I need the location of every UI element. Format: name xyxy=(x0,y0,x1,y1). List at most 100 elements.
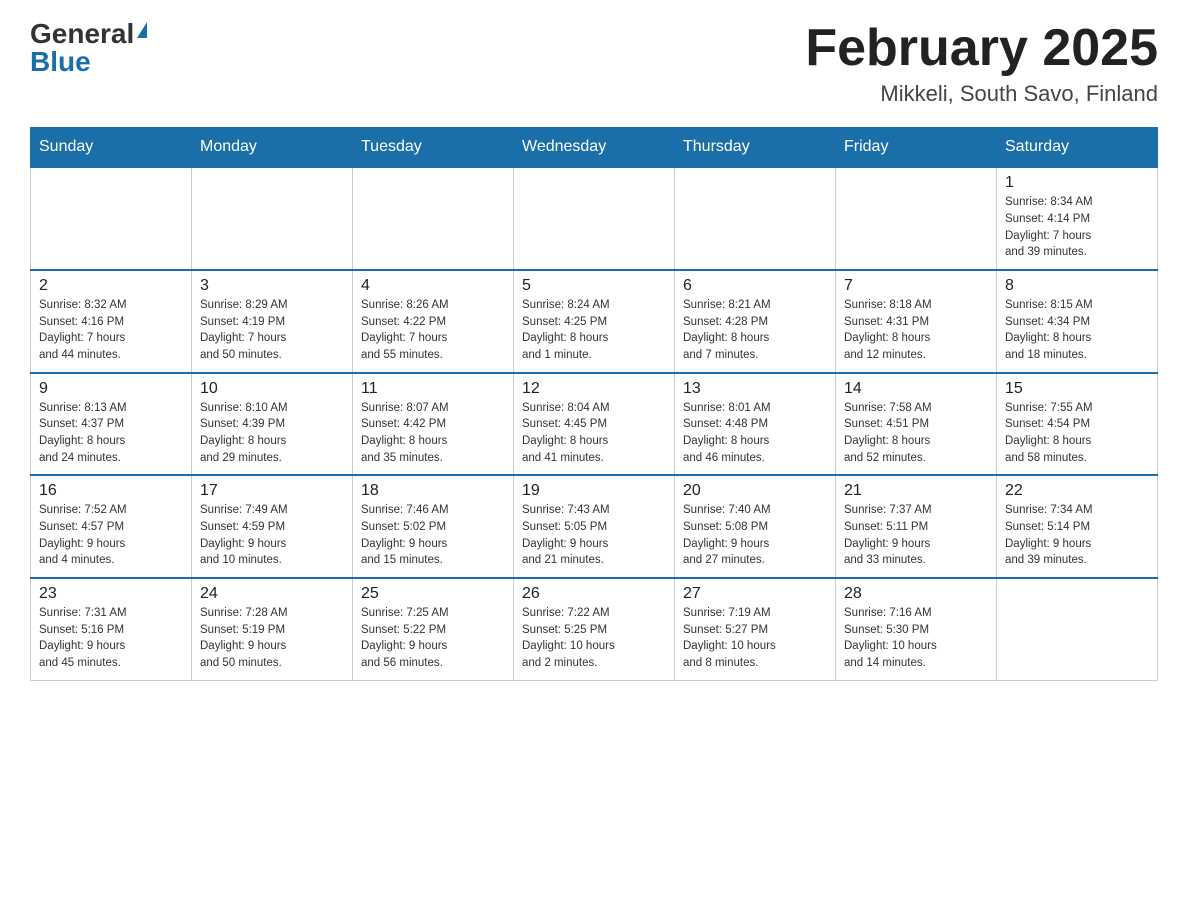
day-info: Sunrise: 7:16 AMSunset: 5:30 PMDaylight:… xyxy=(844,605,988,672)
weekday-header-saturday: Saturday xyxy=(997,128,1158,168)
weekday-header-row: SundayMondayTuesdayWednesdayThursdayFrid… xyxy=(31,128,1158,168)
logo-general-text: General xyxy=(30,20,134,48)
calendar-cell: 15 Sunrise: 7:55 AMSunset: 4:54 PMDayligh… xyxy=(997,373,1158,476)
day-info: Sunrise: 8:32 AMSunset: 4:16 PMDaylight:… xyxy=(39,297,183,364)
day-info: Sunrise: 7:46 AMSunset: 5:02 PMDaylight:… xyxy=(361,502,505,569)
day-info: Sunrise: 7:25 AMSunset: 5:22 PMDaylight:… xyxy=(361,605,505,672)
calendar-cell: 4Sunrise: 8:26 AMSunset: 4:22 PMDaylight… xyxy=(353,270,514,373)
day-info: Sunrise: 7:28 AMSunset: 5:19 PMDaylight:… xyxy=(200,605,344,672)
weekday-header-sunday: Sunday xyxy=(31,128,192,168)
day-number: 22 xyxy=(1005,482,1149,500)
day-info: Sunrise: 7:22 AMSunset: 5:25 PMDaylight:… xyxy=(522,605,666,672)
week-row-5: 23 Sunrise: 7:31 AMSunset: 5:16 PMDayligh… xyxy=(31,578,1158,680)
day-info: Sunrise: 8:24 AMSunset: 4:25 PMDaylight:… xyxy=(522,297,666,364)
day-info: Sunrise: 8:34 AMSunset: 4:14 PMDaylight:… xyxy=(1005,194,1149,261)
day-number: 13 xyxy=(683,380,827,398)
day-number: 19 xyxy=(522,482,666,500)
calendar-cell xyxy=(353,167,514,270)
weekday-header-friday: Friday xyxy=(836,128,997,168)
page-header: General Blue February 2025 Mikkeli, Sout… xyxy=(30,20,1158,107)
day-info: Sunrise: 7:40 AMSunset: 5:08 PMDaylight:… xyxy=(683,502,827,569)
calendar-cell: 14 Sunrise: 7:58 AMSunset: 4:51 PMDayligh… xyxy=(836,373,997,476)
day-info: Sunrise: 8:10 AMSunset: 4:39 PMDaylight:… xyxy=(200,400,344,467)
day-info: Sunrise: 7:37 AMSunset: 5:11 PMDaylight:… xyxy=(844,502,988,569)
week-row-4: 16Sunrise: 7:52 AMSunset: 4:57 PMDayligh… xyxy=(31,475,1158,578)
title-block: February 2025 Mikkeli, South Savo, Finla… xyxy=(805,20,1158,107)
day-number: 14 xyxy=(844,380,988,398)
day-number: 15 xyxy=(1005,380,1149,398)
day-number: 12 xyxy=(522,380,666,398)
calendar-cell: 28 Sunrise: 7:16 AMSunset: 5:30 PMDayligh… xyxy=(836,578,997,680)
calendar-cell: 5 Sunrise: 8:24 AMSunset: 4:25 PMDaylight… xyxy=(514,270,675,373)
calendar-cell xyxy=(836,167,997,270)
calendar-cell xyxy=(31,167,192,270)
calendar-cell: 3 Sunrise: 8:29 AMSunset: 4:19 PMDaylight… xyxy=(192,270,353,373)
calendar-cell: 27Sunrise: 7:19 AMSunset: 5:27 PMDayligh… xyxy=(675,578,836,680)
day-number: 20 xyxy=(683,482,827,500)
day-number: 21 xyxy=(844,482,988,500)
weekday-header-tuesday: Tuesday xyxy=(353,128,514,168)
calendar-cell: 25Sunrise: 7:25 AMSunset: 5:22 PMDayligh… xyxy=(353,578,514,680)
weekday-header-monday: Monday xyxy=(192,128,353,168)
day-info: Sunrise: 7:49 AMSunset: 4:59 PMDaylight:… xyxy=(200,502,344,569)
calendar-cell: 12Sunrise: 8:04 AMSunset: 4:45 PMDayligh… xyxy=(514,373,675,476)
day-info: Sunrise: 8:01 AMSunset: 4:48 PMDaylight:… xyxy=(683,400,827,467)
logo-triangle-icon xyxy=(137,22,147,38)
day-number: 10 xyxy=(200,380,344,398)
day-number: 17 xyxy=(200,482,344,500)
calendar-title: February 2025 xyxy=(805,20,1158,77)
week-row-2: 2 Sunrise: 8:32 AMSunset: 4:16 PMDaylight… xyxy=(31,270,1158,373)
logo-blue-text: Blue xyxy=(30,48,91,76)
logo: General Blue xyxy=(30,20,147,76)
calendar-cell: 9Sunrise: 8:13 AMSunset: 4:37 PMDaylight… xyxy=(31,373,192,476)
day-number: 28 xyxy=(844,585,988,603)
day-number: 11 xyxy=(361,380,505,398)
calendar-cell: 26Sunrise: 7:22 AMSunset: 5:25 PMDayligh… xyxy=(514,578,675,680)
calendar-cell: 22Sunrise: 7:34 AMSunset: 5:14 PMDayligh… xyxy=(997,475,1158,578)
calendar-cell: 8Sunrise: 8:15 AMSunset: 4:34 PMDaylight… xyxy=(997,270,1158,373)
calendar-cell: 11 Sunrise: 8:07 AMSunset: 4:42 PMDayligh… xyxy=(353,373,514,476)
day-number: 5 xyxy=(522,277,666,295)
calendar-cell: 7 Sunrise: 8:18 AMSunset: 4:31 PMDaylight… xyxy=(836,270,997,373)
day-info: Sunrise: 7:55 AMSunset: 4:54 PMDaylight:… xyxy=(1005,400,1149,467)
calendar-cell: 19 Sunrise: 7:43 AMSunset: 5:05 PMDayligh… xyxy=(514,475,675,578)
calendar-cell: 2 Sunrise: 8:32 AMSunset: 4:16 PMDaylight… xyxy=(31,270,192,373)
day-info: Sunrise: 7:19 AMSunset: 5:27 PMDaylight:… xyxy=(683,605,827,672)
day-number: 2 xyxy=(39,277,183,295)
day-number: 23 xyxy=(39,585,183,603)
day-number: 3 xyxy=(200,277,344,295)
calendar-cell: 18 Sunrise: 7:46 AMSunset: 5:02 PMDayligh… xyxy=(353,475,514,578)
calendar-cell: 24Sunrise: 7:28 AMSunset: 5:19 PMDayligh… xyxy=(192,578,353,680)
day-info: Sunrise: 8:18 AMSunset: 4:31 PMDaylight:… xyxy=(844,297,988,364)
day-number: 6 xyxy=(683,277,827,295)
calendar-cell: 13 Sunrise: 8:01 AMSunset: 4:48 PMDayligh… xyxy=(675,373,836,476)
calendar-cell: 17 Sunrise: 7:49 AMSunset: 4:59 PMDayligh… xyxy=(192,475,353,578)
day-number: 7 xyxy=(844,277,988,295)
week-row-1: 1Sunrise: 8:34 AMSunset: 4:14 PMDaylight… xyxy=(31,167,1158,270)
day-info: Sunrise: 8:07 AMSunset: 4:42 PMDaylight:… xyxy=(361,400,505,467)
calendar-subtitle: Mikkeli, South Savo, Finland xyxy=(805,81,1158,107)
calendar-cell xyxy=(997,578,1158,680)
calendar-cell: 20 Sunrise: 7:40 AMSunset: 5:08 PMDayligh… xyxy=(675,475,836,578)
calendar-cell xyxy=(675,167,836,270)
calendar-cell: 10 Sunrise: 8:10 AMSunset: 4:39 PMDayligh… xyxy=(192,373,353,476)
day-info: Sunrise: 7:52 AMSunset: 4:57 PMDaylight:… xyxy=(39,502,183,569)
calendar-cell: 6Sunrise: 8:21 AMSunset: 4:28 PMDaylight… xyxy=(675,270,836,373)
weekday-header-wednesday: Wednesday xyxy=(514,128,675,168)
calendar-cell xyxy=(192,167,353,270)
calendar-cell: 23 Sunrise: 7:31 AMSunset: 5:16 PMDayligh… xyxy=(31,578,192,680)
day-number: 18 xyxy=(361,482,505,500)
day-info: Sunrise: 7:31 AMSunset: 5:16 PMDaylight:… xyxy=(39,605,183,672)
calendar-cell: 21 Sunrise: 7:37 AMSunset: 5:11 PMDayligh… xyxy=(836,475,997,578)
day-info: Sunrise: 7:58 AMSunset: 4:51 PMDaylight:… xyxy=(844,400,988,467)
day-info: Sunrise: 7:43 AMSunset: 5:05 PMDaylight:… xyxy=(522,502,666,569)
day-info: Sunrise: 8:13 AMSunset: 4:37 PMDaylight:… xyxy=(39,400,183,467)
weekday-header-thursday: Thursday xyxy=(675,128,836,168)
day-info: Sunrise: 8:29 AMSunset: 4:19 PMDaylight:… xyxy=(200,297,344,364)
day-number: 4 xyxy=(361,277,505,295)
calendar-cell: 1Sunrise: 8:34 AMSunset: 4:14 PMDaylight… xyxy=(997,167,1158,270)
week-row-3: 9Sunrise: 8:13 AMSunset: 4:37 PMDaylight… xyxy=(31,373,1158,476)
calendar-table: SundayMondayTuesdayWednesdayThursdayFrid… xyxy=(30,127,1158,680)
calendar-cell: 16Sunrise: 7:52 AMSunset: 4:57 PMDayligh… xyxy=(31,475,192,578)
day-number: 8 xyxy=(1005,277,1149,295)
